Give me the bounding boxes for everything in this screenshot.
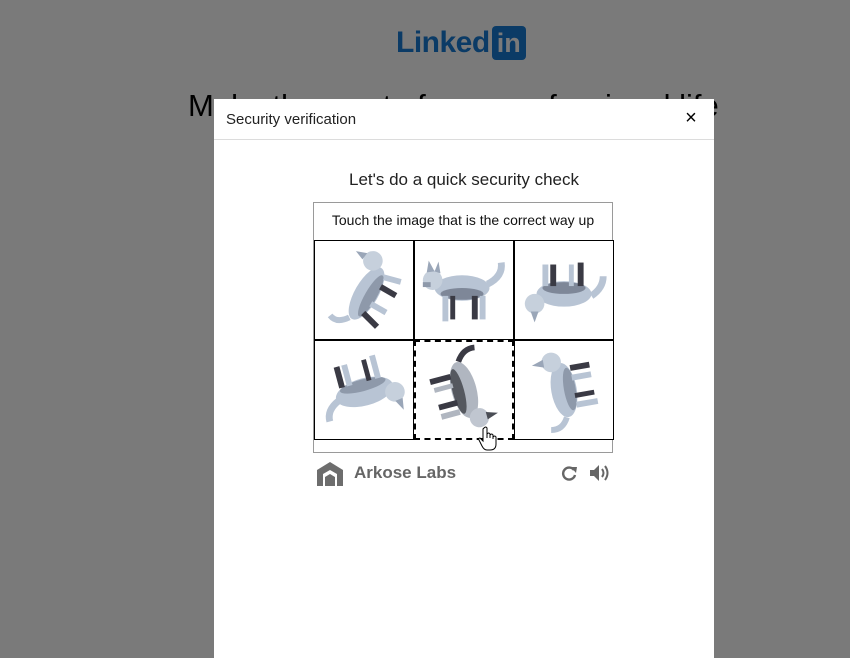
arkose-logo-icon	[317, 462, 343, 486]
modal-header: Security verification ×	[214, 99, 714, 140]
upside-down-dog-image	[524, 262, 607, 323]
image-grid	[314, 240, 614, 440]
upside-down-dog-image	[325, 354, 405, 423]
captcha-tile-1[interactable]	[314, 240, 414, 340]
refresh-icon[interactable]	[560, 464, 578, 482]
modal-title: Security verification	[226, 111, 357, 128]
security-modal: Security verification × Let's do a quick…	[214, 99, 714, 658]
captcha-puzzle: Touch the image that is the correct way …	[313, 202, 614, 453]
linkedin-logo: Linked in	[396, 26, 526, 60]
captcha-tile-2[interactable]	[414, 240, 514, 340]
captcha-instruction: Touch the image that is the correct way …	[314, 203, 612, 241]
arkose-brand-name: Arkose Labs	[354, 463, 457, 482]
hand-cursor-icon	[478, 426, 497, 451]
rotated-dog-image	[429, 344, 498, 428]
speaker-icon[interactable]	[588, 463, 610, 483]
upright-dog-image	[422, 260, 505, 322]
captcha-tile-6[interactable]	[514, 340, 614, 440]
logo-word: Linked	[396, 26, 490, 59]
captcha-footer: Arkose Labs	[316, 459, 612, 489]
check-title: Let's do a quick security check	[348, 170, 580, 189]
rotated-dog-image	[327, 251, 402, 329]
rotated-dog-image	[531, 352, 599, 434]
captcha-tile-3[interactable]	[514, 240, 614, 340]
captcha-tile-4[interactable]	[314, 340, 414, 440]
captcha-tile-5[interactable]	[414, 340, 514, 440]
logo-badge: in	[491, 26, 526, 60]
close-button[interactable]: ×	[680, 107, 702, 129]
